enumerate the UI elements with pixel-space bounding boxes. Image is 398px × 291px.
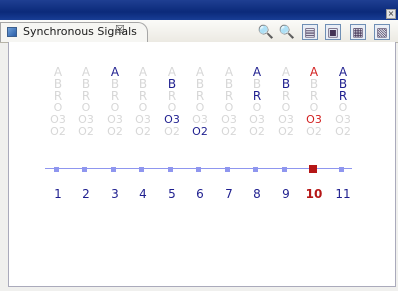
step-label[interactable]: 5 <box>162 187 182 201</box>
signal-column: A B R O O3 O2 <box>244 66 270 138</box>
signal-column: A B R O O3 O2 <box>73 66 99 138</box>
synchronous-signals-window: × Synchronous Signals ☒ 🔍 🔍 ▤ ▣ ▦ ▧ A B R O O3 O2 A… <box>0 0 398 291</box>
step-label[interactable]: 1 <box>48 187 68 201</box>
signal-column: A B R O O3 O2 <box>45 66 71 138</box>
tab-synchronous-signals[interactable]: Synchronous Signals ☒ <box>0 22 148 42</box>
signal-column: A B R O O3 O2 <box>187 66 213 138</box>
signal-o2: O2 <box>278 125 294 138</box>
signal-column: A B R O O3 O2 <box>301 66 327 138</box>
save-icon[interactable]: ▣ <box>325 24 341 40</box>
step-label[interactable]: 2 <box>76 187 96 201</box>
signal-column: A B R O O3 O2 <box>159 66 185 138</box>
signal-o2: O2 <box>164 125 180 138</box>
timeline-marker[interactable] <box>225 167 230 172</box>
signal-o2: O2 <box>221 125 237 138</box>
step-label[interactable]: 9 <box>276 187 296 201</box>
synchronous-signals-icon <box>7 27 17 37</box>
signal-column: A B R O O3 O2 <box>330 66 356 138</box>
window-top-bar: × <box>0 0 398 20</box>
layout-icon[interactable]: ▧ <box>374 24 390 40</box>
timeline-marker[interactable] <box>168 167 173 172</box>
window-close-icon[interactable]: × <box>386 9 396 19</box>
fit-icon[interactable]: ▦ <box>350 24 366 40</box>
signal-o2: O2 <box>306 125 322 138</box>
timeline-marker[interactable] <box>309 165 317 173</box>
step-label[interactable]: 7 <box>219 187 239 201</box>
timeline-marker[interactable] <box>282 167 287 172</box>
timeline-marker[interactable] <box>54 167 59 172</box>
tab-close-icon[interactable]: ☒ <box>115 23 125 36</box>
step-label[interactable]: 11 <box>333 187 353 201</box>
timeline-marker[interactable] <box>196 167 201 172</box>
signal-o2: O2 <box>335 125 351 138</box>
step-label[interactable]: 10 <box>304 187 324 201</box>
signal-column: A B R O O3 O2 <box>273 66 299 138</box>
signal-o2: O2 <box>107 125 123 138</box>
signal-column: A B R O O3 O2 <box>130 66 156 138</box>
timeline-marker[interactable] <box>339 167 344 172</box>
timeline-marker[interactable] <box>139 167 144 172</box>
timeline-marker[interactable] <box>111 167 116 172</box>
zoom-in-icon[interactable]: 🔍 <box>258 24 274 40</box>
timeline-marker[interactable] <box>253 167 258 172</box>
signal-view: A B R O O3 O2 A B R O O3 O2 A B R O O3 O2 A B R O O3 O2 A B R O O3 O2… <box>8 42 396 287</box>
signal-o2: O2 <box>192 125 208 138</box>
zoom-out-icon[interactable]: 🔍 <box>279 24 295 40</box>
step-label[interactable]: 3 <box>105 187 125 201</box>
step-label[interactable]: 6 <box>190 187 210 201</box>
signal-o2: O2 <box>78 125 94 138</box>
signal-o2: O2 <box>249 125 265 138</box>
step-label[interactable]: 4 <box>133 187 153 201</box>
signal-column: A B R O O3 O2 <box>102 66 128 138</box>
signal-column: A B R O O3 O2 <box>216 66 242 138</box>
signal-o2: O2 <box>135 125 151 138</box>
step-label[interactable]: 8 <box>247 187 267 201</box>
timeline-marker[interactable] <box>82 167 87 172</box>
signal-o2: O2 <box>50 125 66 138</box>
export-icon[interactable]: ▤ <box>302 24 318 40</box>
